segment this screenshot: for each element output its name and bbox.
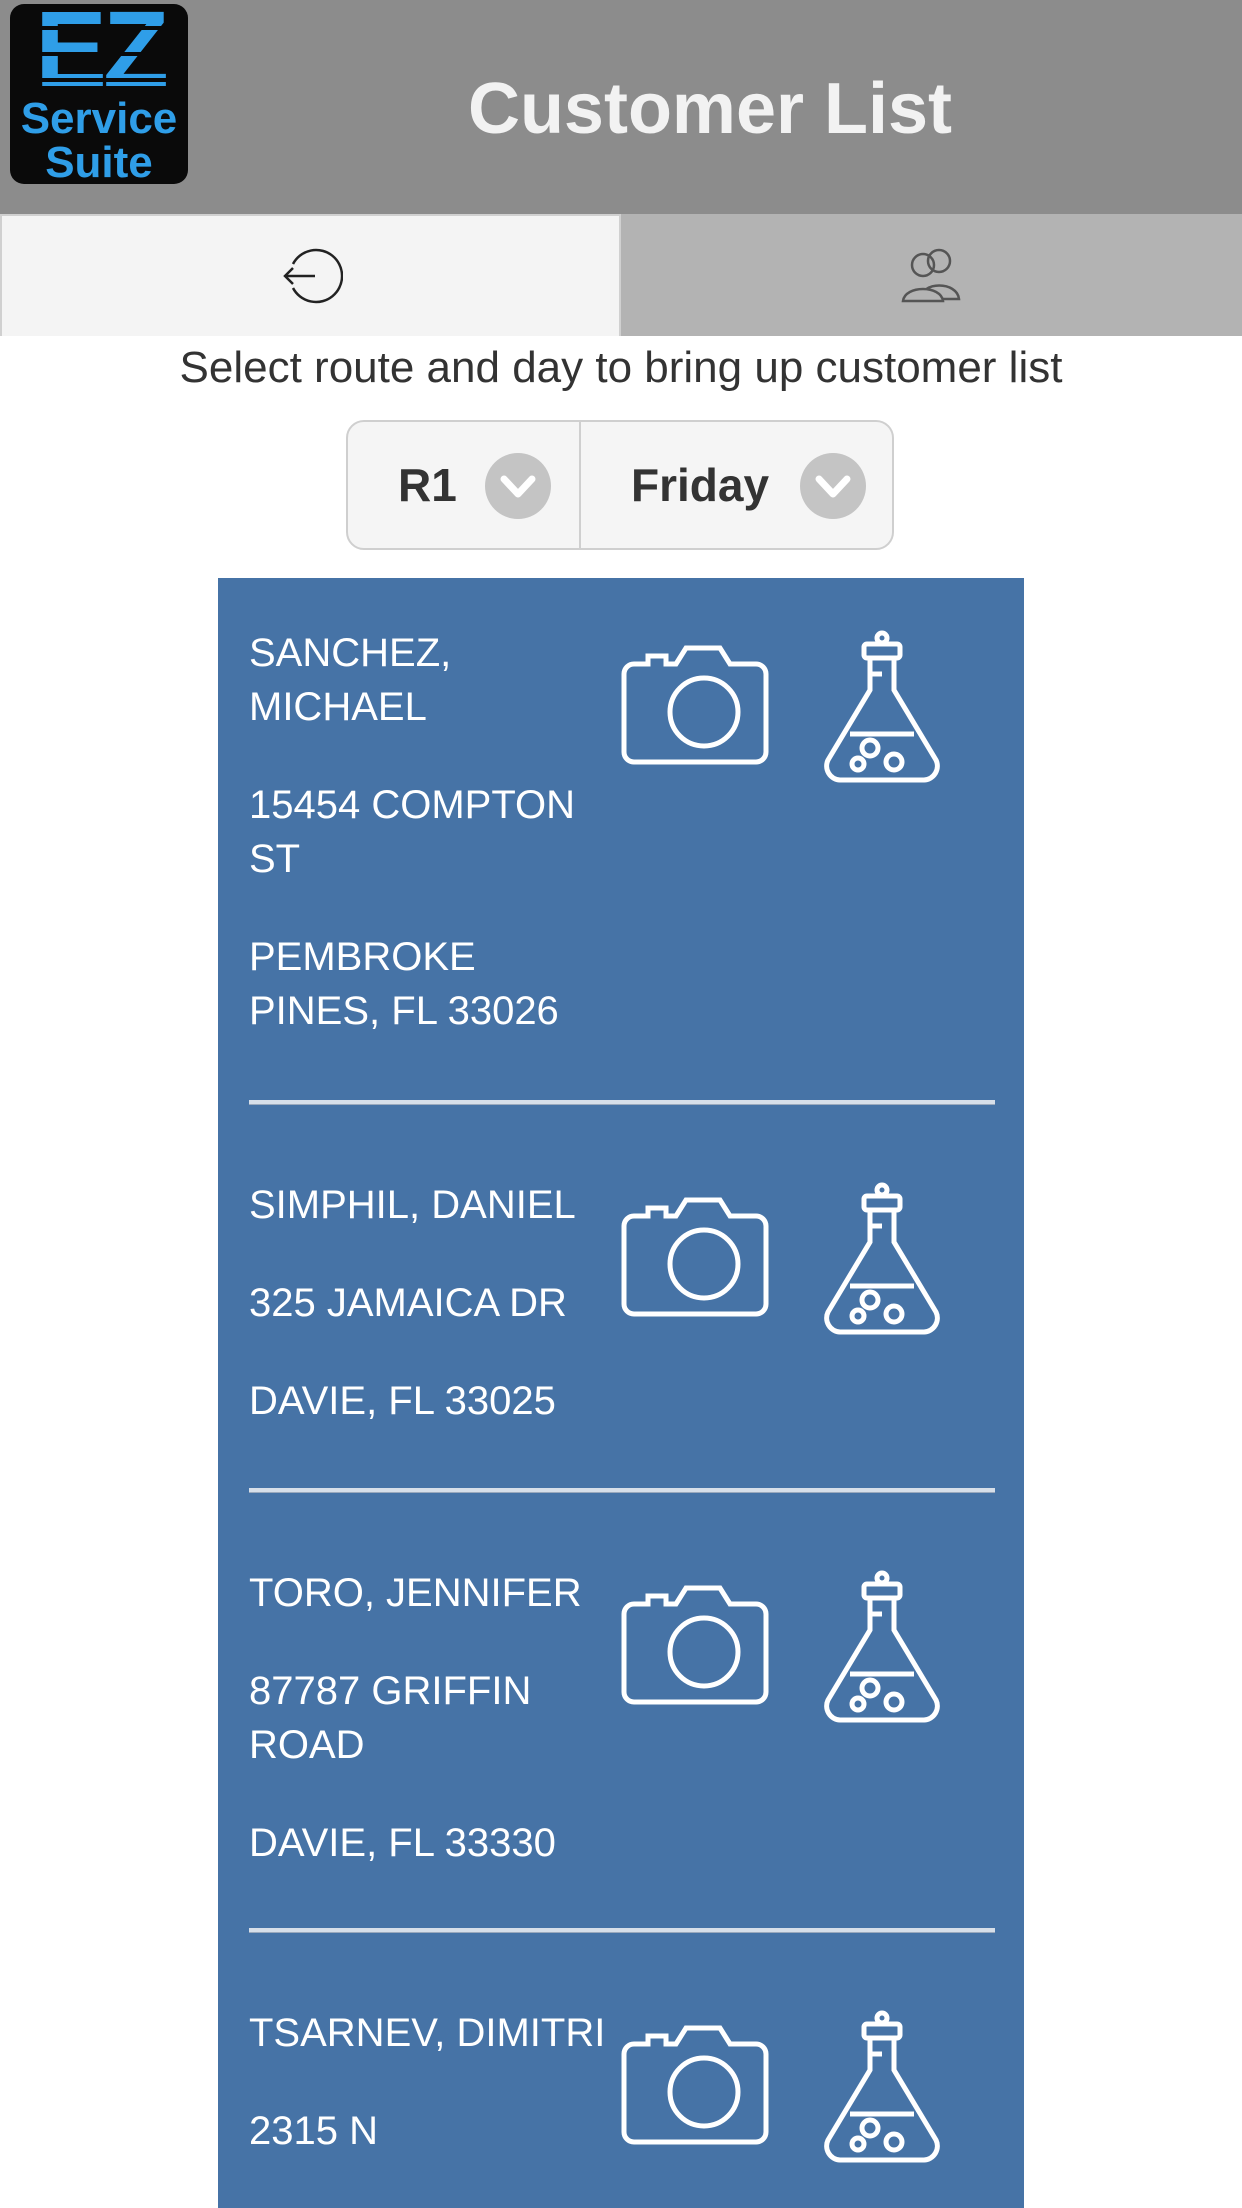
logout-arrow-icon — [282, 248, 343, 304]
customer-name: TORO, JENNIFER — [249, 1571, 582, 1615]
camera-icon[interactable] — [620, 1194, 770, 1318]
customer-details: SANCHEZ, MICHAEL 15454 COMPTON ST PEMBRO… — [249, 626, 609, 1038]
customer-city: PEMBROKE PINES, FL 33026 — [249, 935, 559, 1033]
chevron-down-icon — [800, 453, 866, 519]
page-title: Customer List — [467, 69, 953, 149]
customer-street: 325 JAMAICA DR — [249, 1281, 567, 1325]
app-header: EZ Service Suite Customer List — [0, 0, 1242, 214]
day-select-value: Friday — [631, 459, 770, 511]
customer-list: SANCHEZ, MICHAEL 15454 COMPTON ST PEMBRO… — [218, 578, 1024, 2208]
flask-icon[interactable] — [820, 1570, 944, 1724]
customer-street: 15454 COMPTON ST — [249, 783, 576, 881]
ez-service-suite-logo: EZ Service Suite — [10, 4, 188, 184]
users-icon — [901, 248, 960, 303]
instructions-text: Select route and day to bring up custome… — [179, 343, 1063, 392]
route-select[interactable]: R1 — [348, 422, 581, 548]
customer-name: SIMPHIL, DANIEL — [249, 1183, 576, 1227]
logo-suite-text: Suite — [45, 138, 153, 185]
customer-details: TORO, JENNIFER 87787 GRIFFIN ROAD DAVIE,… — [249, 1566, 609, 1870]
customer-details: SIMPHIL, DANIEL 325 JAMAICA DR DAVIE, FL… — [249, 1178, 609, 1428]
day-select[interactable]: Friday — [581, 422, 892, 548]
logo-stripes — [10, 4, 188, 96]
flask-icon[interactable] — [820, 1182, 944, 1336]
customer-street: 87787 GRIFFIN ROAD — [249, 1669, 532, 1767]
customer-name: TSARNEV, DIMITRI — [249, 2011, 606, 2055]
flask-icon[interactable] — [820, 630, 944, 784]
route-day-selector: R1 Friday — [346, 420, 894, 550]
customer-street: 2315 N — [249, 2109, 378, 2153]
tab-logout[interactable] — [0, 214, 621, 336]
customer-name: SANCHEZ, MICHAEL — [249, 631, 452, 729]
list-divider — [249, 1928, 995, 1933]
customer-city: DAVIE, FL 33025 — [249, 1379, 556, 1423]
chevron-down-icon — [485, 453, 551, 519]
route-select-value: R1 — [398, 459, 457, 511]
flask-icon[interactable] — [820, 2010, 944, 2164]
tab-bar — [0, 214, 1242, 336]
list-divider — [249, 1100, 995, 1105]
list-divider — [249, 1488, 995, 1493]
logo-service-text: Service — [20, 94, 178, 143]
customer-city: DAVIE, FL 33330 — [249, 1821, 556, 1865]
customer-details: TSARNEV, DIMITRI 2315 N — [249, 2006, 609, 2158]
tab-customers[interactable] — [621, 214, 1242, 336]
camera-icon[interactable] — [620, 1582, 770, 1706]
camera-icon[interactable] — [620, 642, 770, 766]
camera-icon[interactable] — [620, 2022, 770, 2146]
